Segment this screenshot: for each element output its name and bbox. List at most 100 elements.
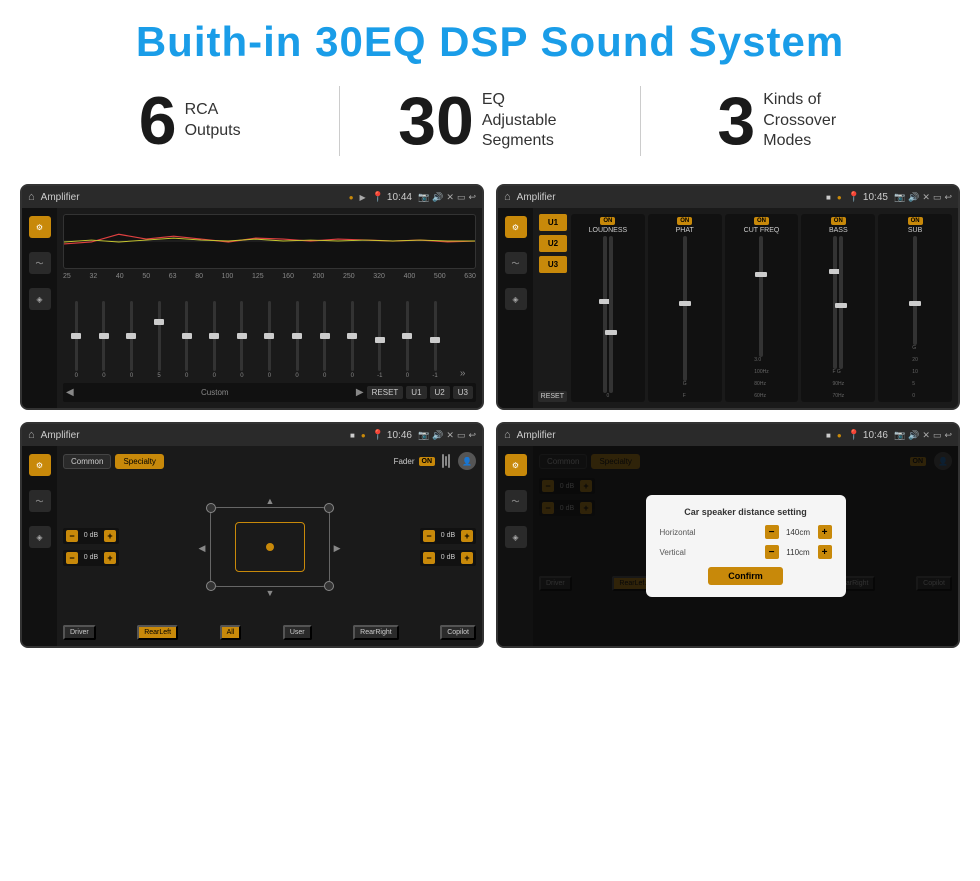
- home-icon-4[interactable]: ⌂: [504, 429, 511, 441]
- eq-slider-9: 0: [284, 301, 311, 379]
- sidebar-fader-wave-icon[interactable]: 〜: [29, 490, 51, 512]
- cutfreq-slider[interactable]: [759, 236, 763, 357]
- sidebar-fader-eq-icon[interactable]: ⚙: [29, 454, 51, 476]
- stat-crossover-text: Kinds ofCrossover Modes: [763, 90, 863, 152]
- topbar-crossover: ⌂ Amplifier ■ ● 📍 10:45 📷🔊✕▭↩: [498, 186, 958, 208]
- db-minus-2[interactable]: −: [66, 552, 78, 564]
- phat-slider[interactable]: [683, 236, 687, 381]
- sidebar-dialog: ⚙ 〜 ◈: [498, 446, 533, 646]
- eq-prev-icon[interactable]: ◀: [66, 387, 74, 398]
- phat-label: PHAT: [676, 227, 694, 234]
- db-plus-4[interactable]: +: [461, 552, 473, 564]
- eq-slider-15[interactable]: »: [449, 368, 476, 379]
- dialog-horizontal-row: Horizontal − 140cm +: [660, 525, 832, 539]
- db-minus-4[interactable]: −: [423, 552, 435, 564]
- eq-slider-14: -1: [422, 301, 449, 379]
- loudness-slider[interactable]: [603, 236, 607, 393]
- stat-crossover: 3 Kinds ofCrossover Modes: [661, 87, 920, 155]
- tab-specialty-btn[interactable]: Specialty: [115, 454, 163, 469]
- arrow-left: ◀: [199, 543, 206, 554]
- topbar-dot: ●: [349, 193, 354, 202]
- db-minus-1[interactable]: −: [66, 530, 78, 542]
- home-icon-3[interactable]: ⌂: [28, 429, 35, 441]
- btn-user[interactable]: User: [283, 625, 312, 640]
- crossover-reset-btn[interactable]: RESET: [538, 391, 567, 402]
- dialog-box: Car speaker distance setting Horizontal …: [646, 495, 846, 597]
- btn-all[interactable]: All: [220, 625, 242, 640]
- topbar-sq-icon-2: ■: [350, 431, 355, 440]
- sidebar-dialog-wave-icon[interactable]: 〜: [505, 490, 527, 512]
- db-control-1: − 0 dB +: [63, 528, 119, 544]
- btn-driver[interactable]: Driver: [63, 625, 96, 640]
- sidebar-eq: ⚙ 〜 ◈: [22, 208, 57, 408]
- profile-icon-fader[interactable]: 👤: [458, 452, 476, 470]
- sidebar-crossover-wave-icon[interactable]: 〜: [505, 252, 527, 274]
- fader-label: Fader: [394, 457, 415, 466]
- dialog-confirm-btn[interactable]: Confirm: [708, 567, 783, 585]
- left-db-controls: − 0 dB + − 0 dB +: [63, 528, 119, 566]
- crossover-area: U1 U2 U3 RESET ON LOUDNESS: [533, 208, 958, 408]
- topbar-time-dialog: 📍 10:46: [848, 430, 888, 441]
- sidebar-dialog-eq-icon[interactable]: ⚙: [505, 454, 527, 476]
- dialog-vertical-row: Vertical − 110cm +: [660, 545, 832, 559]
- topbar-title-eq: Amplifier: [41, 192, 343, 203]
- home-icon[interactable]: ⌂: [28, 191, 35, 203]
- db-minus-3[interactable]: −: [423, 530, 435, 542]
- eq-slider-7: 0: [229, 301, 256, 379]
- dialog-horizontal-label: Horizontal: [660, 528, 696, 537]
- dialog-vertical-plus[interactable]: +: [818, 545, 832, 559]
- sub-slider[interactable]: [913, 236, 917, 345]
- btn-rearleft[interactable]: RearLeft: [137, 625, 178, 640]
- preset-u3-btn[interactable]: U3: [539, 256, 567, 273]
- eq-next-icon[interactable]: ▶: [356, 387, 364, 398]
- db-plus-1[interactable]: +: [104, 530, 116, 542]
- eq-reset-btn[interactable]: RESET: [367, 386, 404, 399]
- phat-on-badge: ON: [677, 217, 692, 225]
- eq-slider-13: 0: [394, 301, 421, 379]
- sidebar-crossover-eq-icon[interactable]: ⚙: [505, 216, 527, 238]
- btn-rearright[interactable]: RearRight: [353, 625, 399, 640]
- cutfreq-label: CUT FREQ: [744, 227, 780, 234]
- dialog-horizontal-minus[interactable]: −: [765, 525, 779, 539]
- eq-u2-btn[interactable]: U2: [430, 386, 450, 399]
- param-loudness: ON LOUDNESS 0: [571, 214, 645, 402]
- stat-rca-text: RCAOutputs: [185, 100, 241, 142]
- sidebar-speaker-icon[interactable]: ◈: [29, 288, 51, 310]
- sidebar-fader: ⚙ 〜 ◈: [22, 446, 57, 646]
- screen-dialog: ⌂ Amplifier ■ ● 📍 10:46 📷🔊✕▭↩ ⚙ 〜 ◈ Comm…: [496, 422, 960, 648]
- tab-common-btn[interactable]: Common: [63, 454, 111, 469]
- param-phat: ON PHAT GF: [648, 214, 722, 402]
- topbar-sq-icon-3: ■: [826, 431, 831, 440]
- db-control-3: − 0 dB +: [420, 528, 476, 544]
- phat-labels: GF: [683, 381, 687, 399]
- screen-eq: ⌂ Amplifier ● ▶ 📍 10:44 📷🔊✕▭↩ ⚙ 〜 ◈: [20, 184, 484, 410]
- eq-slider-1: 0: [63, 301, 90, 379]
- sidebar-fader-speaker-icon[interactable]: ◈: [29, 526, 51, 548]
- eq-u1-btn[interactable]: U1: [406, 386, 426, 399]
- topbar-sq-icon: ■: [826, 193, 831, 202]
- dialog-horizontal-plus[interactable]: +: [818, 525, 832, 539]
- sidebar-eq-icon[interactable]: ⚙: [29, 216, 51, 238]
- topbar-title-crossover: Amplifier: [517, 192, 820, 203]
- home-icon-2[interactable]: ⌂: [504, 191, 511, 203]
- eq-slider-8: 0: [256, 301, 283, 379]
- sidebar-dialog-speaker-icon[interactable]: ◈: [505, 526, 527, 548]
- sub-label: SUB: [908, 227, 922, 234]
- topbar-dialog: ⌂ Amplifier ■ ● 📍 10:46 📷🔊✕▭↩: [498, 424, 958, 446]
- preset-u1-btn[interactable]: U1: [539, 214, 567, 231]
- loudness-label: LOUDNESS: [589, 227, 628, 234]
- btn-copilot[interactable]: Copilot: [440, 625, 476, 640]
- speaker-rr: [324, 581, 334, 591]
- dialog-vertical-minus[interactable]: −: [765, 545, 779, 559]
- bass-slider-g[interactable]: [839, 236, 843, 369]
- loudness-slider-2[interactable]: [609, 236, 613, 393]
- sidebar-crossover-speaker-icon[interactable]: ◈: [505, 288, 527, 310]
- db-plus-2[interactable]: +: [104, 552, 116, 564]
- sub-on-badge: ON: [908, 217, 923, 225]
- sidebar-wave-icon[interactable]: 〜: [29, 252, 51, 274]
- preset-u2-btn[interactable]: U2: [539, 235, 567, 252]
- eq-u3-btn[interactable]: U3: [453, 386, 473, 399]
- topbar-eq: ⌂ Amplifier ● ▶ 📍 10:44 📷🔊✕▭↩: [22, 186, 482, 208]
- arrow-up: ▲: [266, 496, 275, 506]
- db-plus-3[interactable]: +: [461, 530, 473, 542]
